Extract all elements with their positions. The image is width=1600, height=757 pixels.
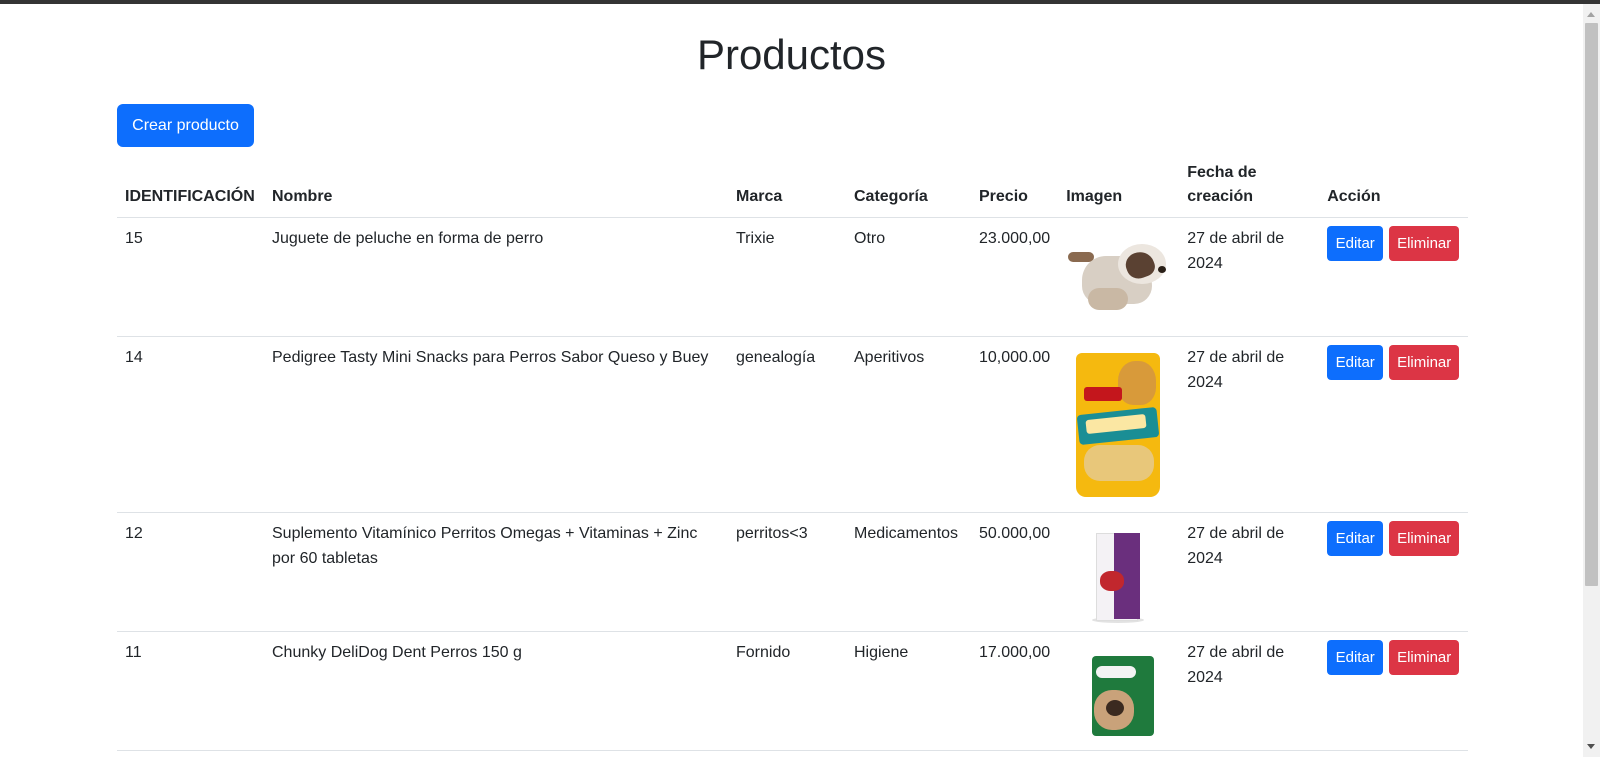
cell-date: 27 de abril de 2024 <box>1179 217 1320 337</box>
cell-brand: perritos<3 <box>728 512 846 632</box>
column-header-brand: Marca <box>728 153 846 218</box>
cell-category: Higiene <box>846 631 971 751</box>
cell-id: 14 <box>117 336 264 513</box>
cell-image <box>1058 512 1180 632</box>
table-row: 14 Pedigree Tasty Mini Snacks para Perro… <box>117 336 1468 513</box>
column-header-name: Nombre <box>264 153 728 218</box>
plush-dog-toy-image <box>1066 226 1167 334</box>
products-table: IDENTIFICACIÓN Nombre Marca Categoría Pr… <box>117 153 1468 751</box>
cell-price: 23.000,00 <box>971 217 1059 337</box>
cell-image <box>1058 336 1180 513</box>
create-product-button[interactable]: Crear producto <box>117 104 254 147</box>
table-header-row: IDENTIFICACIÓN Nombre Marca Categoría Pr… <box>117 153 1468 218</box>
cell-price: 10,000.00 <box>971 336 1059 513</box>
cell-actions: Editar Eliminar <box>1319 336 1468 513</box>
scrollbar-thumb[interactable] <box>1585 23 1598 586</box>
top-window-border <box>0 0 1600 4</box>
cell-category: Aperitivos <box>846 336 971 513</box>
edit-button[interactable]: Editar <box>1327 226 1384 261</box>
column-header-date: Fecha de creación <box>1179 153 1320 218</box>
cell-date: 27 de abril de 2024 <box>1179 336 1320 513</box>
edit-button[interactable]: Editar <box>1327 640 1384 675</box>
column-header-price: Precio <box>971 153 1059 218</box>
column-header-category: Categoría <box>846 153 971 218</box>
edit-button[interactable]: Editar <box>1327 521 1384 556</box>
table-row: 15 Juguete de peluche en forma de perro … <box>117 217 1468 337</box>
scroll-down-arrow-icon[interactable] <box>1587 744 1595 749</box>
scroll-up-arrow-icon[interactable] <box>1587 12 1595 17</box>
cell-id: 12 <box>117 512 264 632</box>
cell-name: Juguete de peluche en forma de perro <box>264 217 728 337</box>
cell-brand: Trixie <box>728 217 846 337</box>
table-row: 12 Suplemento Vitamínico Perritos Omegas… <box>117 512 1468 632</box>
supplement-box-image <box>1066 521 1166 629</box>
delete-button[interactable]: Eliminar <box>1389 640 1460 675</box>
edit-button[interactable]: Editar <box>1327 345 1384 380</box>
table-row: 11 Chunky DeliDog Dent Perros 150 g Forn… <box>117 631 1468 751</box>
cell-date: 27 de abril de 2024 <box>1179 512 1320 632</box>
pedigree-tasty-bites-bag-image <box>1066 345 1166 502</box>
delete-button[interactable]: Eliminar <box>1389 345 1460 380</box>
cell-actions: Editar Eliminar <box>1319 217 1468 337</box>
cell-date: 27 de abril de 2024 <box>1179 631 1320 751</box>
cell-price: 17.000,00 <box>971 631 1059 751</box>
cell-id: 15 <box>117 217 264 337</box>
column-header-id: IDENTIFICACIÓN <box>117 153 264 218</box>
cell-category: Otro <box>846 217 971 337</box>
cell-actions: Editar Eliminar <box>1319 631 1468 751</box>
cell-image <box>1058 631 1180 751</box>
cell-image <box>1058 217 1180 337</box>
cell-name: Chunky DeliDog Dent Perros 150 g <box>264 631 728 751</box>
column-header-action: Acción <box>1319 153 1468 218</box>
cell-brand: genealogía <box>728 336 846 513</box>
vertical-scrollbar[interactable] <box>1583 4 1600 757</box>
cell-category: Medicamentos <box>846 512 971 632</box>
delete-button[interactable]: Eliminar <box>1389 521 1460 556</box>
cell-price: 50.000,00 <box>971 512 1059 632</box>
cell-name: Suplemento Vitamínico Perritos Omegas + … <box>264 512 728 632</box>
page-title: Productos <box>696 31 887 78</box>
cell-id: 11 <box>117 631 264 751</box>
cell-brand: Fornido <box>728 631 846 751</box>
cell-actions: Editar Eliminar <box>1319 512 1468 632</box>
column-header-image: Imagen <box>1058 153 1180 218</box>
chunky-delidog-pouch-image <box>1066 640 1166 748</box>
delete-button[interactable]: Eliminar <box>1389 226 1460 261</box>
cell-name: Pedigree Tasty Mini Snacks para Perros S… <box>264 336 728 513</box>
